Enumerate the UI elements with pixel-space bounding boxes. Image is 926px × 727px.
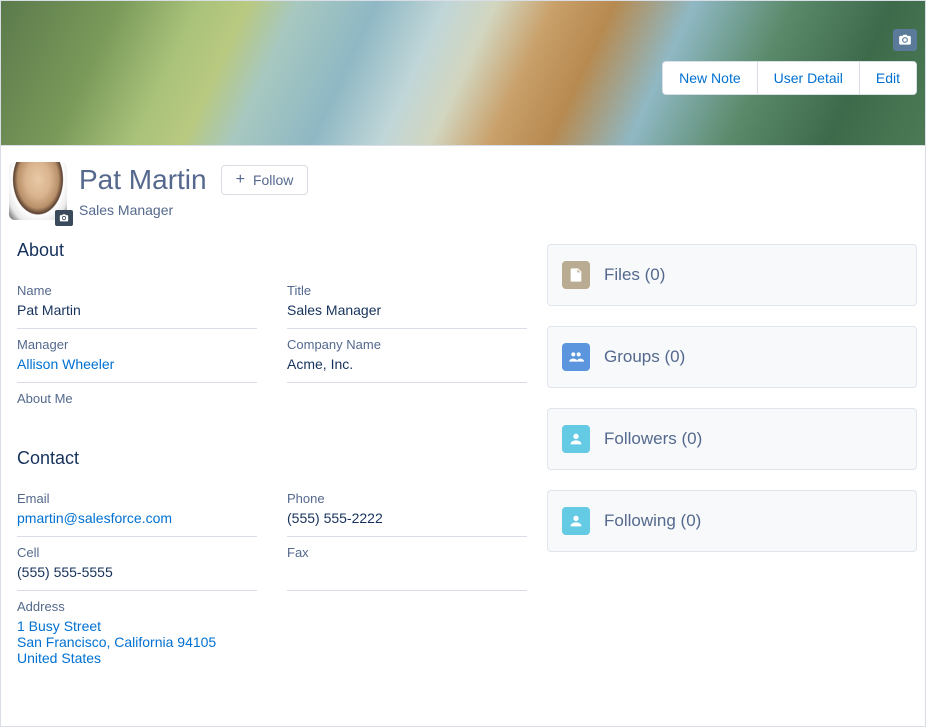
- field-label: Name: [17, 283, 257, 298]
- camera-icon: [59, 213, 69, 223]
- field-value: (555) 555-5555: [17, 564, 257, 580]
- field-company: Company Name Acme, Inc.: [287, 329, 527, 383]
- profile-subtitle: Sales Manager: [79, 202, 308, 218]
- following-icon: [562, 507, 590, 535]
- card-title: Groups (0): [604, 347, 685, 367]
- field-email: Email pmartin@salesforce.com: [17, 483, 257, 537]
- field-fax: Fax: [287, 537, 527, 591]
- field-label: Address: [17, 599, 527, 614]
- field-cell: Cell (555) 555-5555: [17, 537, 257, 591]
- address-link[interactable]: 1 Busy Street San Francisco, California …: [17, 618, 527, 666]
- field-label: Title: [287, 283, 527, 298]
- field-label: About Me: [17, 391, 527, 406]
- field-phone: Phone (555) 555-2222: [287, 483, 527, 537]
- banner-camera-button[interactable]: [893, 29, 917, 51]
- about-heading: About: [17, 240, 527, 261]
- followers-icon: [562, 425, 590, 453]
- field-title: Title Sales Manager: [287, 275, 527, 329]
- profile-header: Pat Martin + Follow Sales Manager: [1, 146, 925, 234]
- following-card[interactable]: Following (0): [547, 490, 917, 552]
- plus-icon: +: [236, 172, 245, 188]
- edit-button[interactable]: Edit: [860, 62, 916, 94]
- new-note-button[interactable]: New Note: [663, 62, 757, 94]
- files-icon: [562, 261, 590, 289]
- address-line3: United States: [17, 650, 527, 666]
- follow-label: Follow: [253, 172, 293, 188]
- card-title: Followers (0): [604, 429, 702, 449]
- card-title: Following (0): [604, 511, 701, 531]
- avatar-container: [9, 162, 71, 224]
- field-label: Company Name: [287, 337, 527, 352]
- card-title: Files (0): [604, 265, 665, 285]
- address-line2: San Francisco, California 94105: [17, 634, 527, 650]
- field-label: Manager: [17, 337, 257, 352]
- followers-card[interactable]: Followers (0): [547, 408, 917, 470]
- user-detail-button[interactable]: User Detail: [758, 62, 860, 94]
- field-aboutme: About Me: [17, 383, 527, 420]
- banner-image: New Note User Detail Edit: [1, 1, 925, 146]
- field-value: (555) 555-2222: [287, 510, 527, 526]
- field-value: Pat Martin: [17, 302, 257, 318]
- files-card[interactable]: Files (0): [547, 244, 917, 306]
- camera-icon: [898, 33, 912, 47]
- field-label: Fax: [287, 545, 527, 560]
- groups-icon: [562, 343, 590, 371]
- field-value: Sales Manager: [287, 302, 527, 318]
- avatar-camera-button[interactable]: [55, 210, 73, 226]
- field-manager: Manager Allison Wheeler: [17, 329, 257, 383]
- field-address: Address 1 Busy Street San Francisco, Cal…: [17, 591, 527, 676]
- banner-actions: New Note User Detail Edit: [662, 61, 917, 95]
- contact-heading: Contact: [17, 448, 527, 469]
- groups-card[interactable]: Groups (0): [547, 326, 917, 388]
- field-label: Phone: [287, 491, 527, 506]
- field-value: Acme, Inc.: [287, 356, 527, 372]
- follow-button[interactable]: + Follow: [221, 165, 309, 195]
- field-label: Cell: [17, 545, 257, 560]
- profile-name: Pat Martin: [79, 164, 207, 196]
- manager-link[interactable]: Allison Wheeler: [17, 356, 257, 372]
- address-line1: 1 Busy Street: [17, 618, 527, 634]
- field-label: Email: [17, 491, 257, 506]
- field-name: Name Pat Martin: [17, 275, 257, 329]
- name-block: Pat Martin + Follow Sales Manager: [79, 164, 308, 218]
- email-link[interactable]: pmartin@salesforce.com: [17, 510, 257, 526]
